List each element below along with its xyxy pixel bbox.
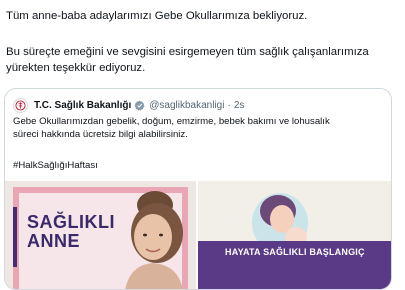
- ministry-logo-icon[interactable]: [13, 97, 28, 113]
- image-banner: HAYATA SAĞLIKLI BAŞLANGIÇ: [219, 245, 371, 259]
- post-text-line2: Bu süreçte emeğini ve sevgisini esirgeme…: [6, 46, 369, 58]
- header-separator: ·: [227, 99, 231, 111]
- image-title-line2: ANNE: [27, 231, 81, 251]
- quoted-text-line1: Gebe Okullarımızdan gebelik, doğum, emzi…: [13, 116, 330, 127]
- accent-bar: [13, 207, 17, 267]
- quoted-author-handle[interactable]: @saglikbakanligi: [149, 100, 224, 111]
- quoted-author-name[interactable]: T.C. Sağlık Bakanlığı: [34, 100, 131, 111]
- quoted-tweet[interactable]: T.C. Sağlık Bakanlığı @saglikbakanligi ·…: [4, 88, 392, 290]
- quoted-tweet-header: T.C. Sağlık Bakanlığı @saglikbakanligi ·…: [13, 97, 244, 113]
- hashtag-link[interactable]: #HalkSağlığıHaftası: [13, 160, 98, 171]
- verified-badge-icon: [134, 100, 145, 111]
- image-title-line1: SAĞLIKLI: [27, 212, 115, 232]
- quoted-text-line2: süreci hakkında ücretsiz bilgi alabilirs…: [13, 128, 188, 140]
- quoted-image-left[interactable]: SAĞLIKLI ANNE: [5, 181, 196, 289]
- quoted-timestamp[interactable]: 2s: [234, 100, 245, 111]
- quoted-tweet-text: Gebe Okullarımızdan gebelik, doğum, emzi…: [13, 116, 330, 141]
- post-text-paragraph: Bu süreçte emeğini ve sevgisini esirgeme…: [6, 44, 369, 76]
- post-text-line3: yürekten teşekkür ediyoruz.: [6, 62, 146, 74]
- post-text-line1: Tüm anne-baba adaylarımızı Gebe Okulları…: [6, 10, 308, 22]
- image-title: SAĞLIKLI ANNE: [27, 213, 115, 251]
